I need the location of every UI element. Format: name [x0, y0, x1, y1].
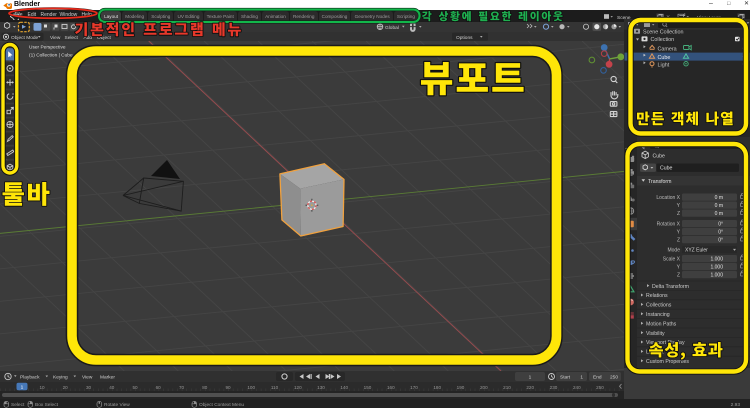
svg-text:Motion Paths: Motion Paths — [646, 321, 677, 327]
svg-text:Keying: Keying — [53, 375, 68, 381]
svg-text:140: 140 — [340, 385, 348, 390]
svg-text:40: 40 — [109, 385, 115, 390]
svg-text:Z: Z — [677, 211, 680, 217]
svg-text:0 m: 0 m — [715, 211, 723, 217]
svg-text:Delta Transform: Delta Transform — [652, 284, 689, 290]
svg-text:20: 20 — [63, 385, 69, 390]
svg-text:0 m: 0 m — [715, 195, 723, 201]
svg-text:Collections: Collections — [646, 303, 672, 309]
svg-text:170: 170 — [410, 385, 418, 390]
svg-text:250: 250 — [610, 375, 618, 381]
svg-text:120: 120 — [294, 385, 302, 390]
svg-text:Z: Z — [677, 272, 680, 278]
svg-text:100: 100 — [247, 385, 255, 390]
svg-text:1: 1 — [21, 384, 24, 390]
svg-text:Object Context Menu: Object Context Menu — [199, 402, 244, 408]
svg-text:Instancing: Instancing — [646, 312, 670, 318]
svg-text:Cube: Cube — [653, 154, 666, 160]
svg-text:Options: Options — [456, 35, 473, 41]
svg-text:150: 150 — [364, 385, 372, 390]
svg-text:0°: 0° — [718, 229, 723, 235]
svg-text:1.000: 1.000 — [710, 256, 723, 262]
svg-text:Cube: Cube — [660, 166, 673, 172]
svg-text:160: 160 — [387, 385, 395, 390]
svg-text:50: 50 — [132, 385, 138, 390]
svg-text:110: 110 — [271, 385, 279, 390]
svg-text:2.93: 2.93 — [731, 402, 741, 408]
svg-text:Scale X: Scale X — [663, 256, 681, 262]
svg-text:Visibility: Visibility — [646, 331, 665, 337]
svg-text:1: 1 — [580, 375, 583, 381]
svg-text:70: 70 — [179, 385, 185, 390]
svg-text:Collection: Collection — [651, 37, 675, 43]
svg-text:View: View — [50, 35, 61, 41]
svg-text:80: 80 — [202, 385, 208, 390]
svg-text:Mode: Mode — [667, 247, 680, 253]
svg-text:Object: Object — [97, 35, 112, 41]
svg-text:190: 190 — [457, 385, 465, 390]
svg-text:0°: 0° — [718, 237, 723, 243]
svg-text:Playback: Playback — [20, 375, 40, 381]
svg-text:0 m: 0 m — [715, 203, 723, 209]
svg-text:Location X: Location X — [656, 195, 680, 201]
svg-text:Relations: Relations — [646, 293, 668, 299]
svg-text:1.000: 1.000 — [710, 264, 723, 270]
svg-text:Z: Z — [677, 237, 680, 243]
svg-text:1.000: 1.000 — [710, 272, 723, 278]
svg-text:230: 230 — [550, 385, 558, 390]
svg-text:60: 60 — [156, 385, 162, 390]
svg-text:End: End — [593, 375, 602, 381]
svg-text:90: 90 — [225, 385, 231, 390]
svg-text:Rotate View: Rotate View — [104, 402, 130, 408]
svg-text:Select: Select — [11, 402, 25, 408]
svg-text:1: 1 — [529, 375, 532, 381]
svg-text:10: 10 — [39, 385, 45, 390]
svg-text:Line Art: Line Art — [646, 350, 664, 356]
svg-text:Cube: Cube — [658, 55, 671, 61]
svg-text:0°: 0° — [718, 221, 723, 227]
svg-text:Scene Collection: Scene Collection — [643, 29, 683, 35]
svg-text:View: View — [82, 375, 93, 381]
svg-text:240: 240 — [573, 385, 581, 390]
svg-text:Select: Select — [65, 35, 79, 41]
svg-text:200: 200 — [480, 385, 488, 390]
svg-text:Camera: Camera — [658, 47, 677, 53]
svg-text:Start: Start — [560, 375, 571, 381]
svg-text:Viewport Display: Viewport Display — [646, 340, 685, 346]
svg-text:180: 180 — [433, 385, 441, 390]
svg-text:(1) Collection | Cube: (1) Collection | Cube — [29, 53, 73, 59]
svg-text:Box Select: Box Select — [35, 402, 59, 408]
svg-text:User Perspective: User Perspective — [29, 45, 66, 51]
svg-text:30: 30 — [86, 385, 92, 390]
svg-text:Transform: Transform — [648, 179, 671, 185]
svg-text:210: 210 — [503, 385, 511, 390]
svg-text:220: 220 — [526, 385, 534, 390]
svg-text:XYZ Euler: XYZ Euler — [685, 247, 708, 253]
svg-text:Custom Properties: Custom Properties — [646, 359, 689, 365]
svg-text:Marker: Marker — [100, 375, 115, 381]
svg-text:250: 250 — [596, 385, 604, 390]
svg-text:130: 130 — [317, 385, 325, 390]
svg-text:Light: Light — [658, 63, 670, 69]
svg-text:Add: Add — [84, 35, 93, 41]
svg-text:Rotation X: Rotation X — [657, 221, 681, 227]
svg-text:Global: Global — [385, 25, 399, 31]
svg-text:Object Mode: Object Mode — [11, 35, 39, 41]
